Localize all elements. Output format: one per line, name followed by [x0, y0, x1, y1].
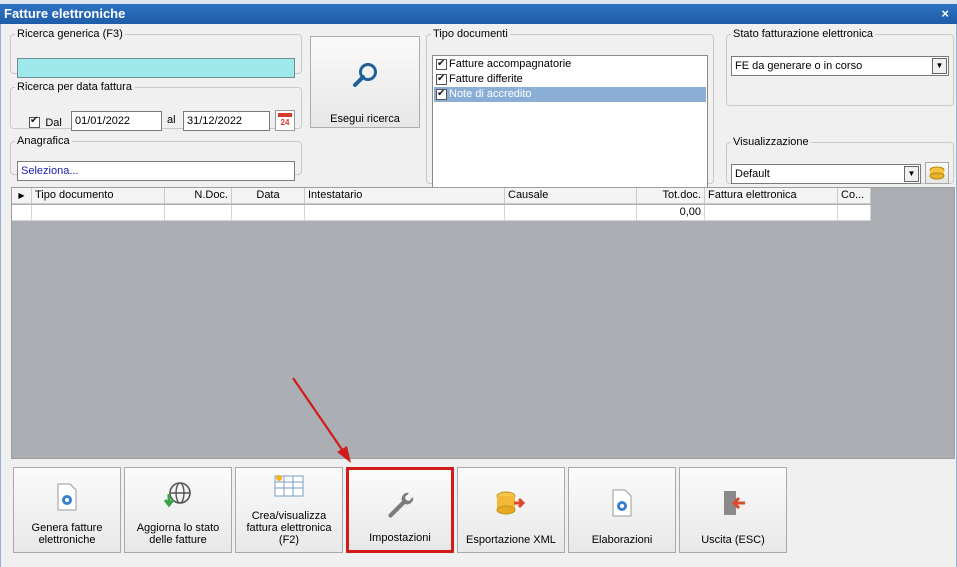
tipo-item-differite[interactable]: Fatture differite	[434, 72, 706, 87]
crea-visualizza-label: Crea/visualizza fattura elettronica (F2)	[246, 510, 332, 546]
chevron-down-icon[interactable]: ▼	[904, 166, 919, 182]
table-row-indicator[interactable]	[12, 205, 32, 221]
database-icon	[929, 166, 945, 180]
tipo-item-checkbox[interactable]	[436, 87, 447, 101]
column-header-totdoc[interactable]: Tot.doc.	[637, 188, 705, 204]
esegui-ricerca-label: Esegui ricerca	[330, 113, 400, 125]
column-header-causale[interactable]: Causale	[505, 188, 637, 204]
stato-group: Stato fatturazione elettronica FE da gen…	[726, 28, 954, 106]
date-to-input[interactable]: 31/12/2022	[183, 111, 270, 131]
search-icon	[353, 63, 377, 87]
column-header-tipo-documento[interactable]: Tipo documento	[32, 188, 165, 204]
aggiorna-stato-label: Aggiorna lo stato delle fatture	[136, 522, 220, 546]
elaborazioni-button[interactable]: Elaborazioni	[568, 467, 676, 553]
close-icon[interactable]: ×	[941, 4, 949, 24]
table-cell[interactable]	[232, 205, 305, 221]
chevron-down-icon[interactable]: ▼	[932, 58, 947, 74]
documents-grid[interactable]: ▶ Tipo documento N.Doc. Data Intestatari…	[11, 187, 955, 459]
genera-fatture-button[interactable]: Genera fatture elettroniche	[13, 467, 121, 553]
generic-search-input[interactable]	[17, 58, 295, 78]
date-from-input[interactable]: 01/01/2022	[71, 111, 162, 131]
document-gear-icon	[612, 489, 632, 517]
database-export-icon	[496, 491, 526, 515]
tipo-item-label: Note di accredito	[449, 88, 532, 100]
tipo-item-checkbox[interactable]	[436, 72, 447, 86]
uscita-label: Uscita (ESC)	[701, 534, 765, 546]
uscita-button[interactable]: Uscita (ESC)	[679, 467, 787, 553]
visualizzazione-selected: Default	[735, 168, 770, 180]
layout-save-button[interactable]	[925, 162, 949, 184]
tipo-item-checkbox[interactable]	[436, 57, 447, 71]
dal-checkbox-wrap[interactable]: Dal	[29, 115, 62, 129]
visualizzazione-legend: Visualizzazione	[733, 136, 809, 148]
table-cell[interactable]	[165, 205, 232, 221]
calendar-icon[interactable]: 24	[275, 110, 295, 131]
table-sun-icon	[274, 475, 304, 497]
column-header-co[interactable]: Co...	[838, 188, 871, 204]
tipo-documenti-list: Fatture accompagnatorie Fatture differit…	[432, 55, 708, 188]
tipo-item-label: Fatture differite	[449, 73, 523, 85]
generic-search-group: Ricerca generica (F3)	[10, 28, 302, 78]
date-search-legend: Ricerca per data fattura	[17, 81, 132, 93]
bottom-toolbar: Genera fatture elettroniche Aggiorna lo …	[11, 461, 955, 557]
annotation-arrow	[292, 377, 351, 463]
elaborazioni-label: Elaborazioni	[591, 534, 653, 546]
anagrafica-group: Anagrafica Seleziona...	[10, 135, 302, 181]
dal-label: Dal	[45, 117, 62, 129]
column-header-intestatario[interactable]: Intestatario	[305, 188, 505, 204]
stato-legend: Stato fatturazione elettronica	[733, 28, 874, 40]
column-header-data[interactable]: Data	[232, 188, 305, 204]
esportazione-xml-button[interactable]: Esportazione XML	[457, 467, 565, 553]
tipo-documenti-legend: Tipo documenti	[433, 28, 508, 40]
tipo-item-note-accredito[interactable]: Note di accredito	[434, 87, 706, 102]
anagrafica-input[interactable]: Seleziona...	[17, 161, 295, 181]
date-search-group: Ricerca per data fattura Dal 01/01/2022 …	[10, 81, 302, 131]
anagrafica-legend: Anagrafica	[17, 135, 70, 147]
crea-visualizza-button[interactable]: Crea/visualizza fattura elettronica (F2)	[235, 467, 343, 553]
total-cell[interactable]: 0,00	[637, 205, 705, 221]
tipo-item-label: Fatture accompagnatorie	[449, 58, 572, 70]
table-cell[interactable]	[838, 205, 871, 221]
impostazioni-button[interactable]: Impostazioni	[346, 467, 454, 553]
column-header-fattura-elettronica[interactable]: Fattura elettronica	[705, 188, 838, 204]
wrench-icon	[388, 492, 414, 518]
stato-selected: FE da generare o in corso	[735, 60, 863, 72]
al-label: al	[167, 114, 176, 126]
window-titlebar: Fatture elettroniche ×	[0, 4, 957, 24]
window-title: Fatture elettroniche	[4, 6, 126, 21]
row-indicator-header: ▶	[12, 188, 32, 204]
stato-select[interactable]: FE da generare o in corso ▼	[731, 56, 949, 76]
esegui-ricerca-button[interactable]: Esegui ricerca	[310, 36, 420, 128]
esportazione-xml-label: Esportazione XML	[466, 534, 556, 546]
aggiorna-stato-button[interactable]: Aggiorna lo stato delle fatture	[124, 467, 232, 553]
globe-download-icon	[163, 482, 191, 508]
table-cell[interactable]	[305, 205, 505, 221]
table-cell[interactable]	[32, 205, 165, 221]
visualizzazione-group: Visualizzazione Default ▼	[726, 136, 954, 184]
tipo-documenti-group: Tipo documenti Fatture accompagnatorie F…	[426, 28, 714, 188]
impostazioni-label: Impostazioni	[369, 532, 431, 544]
table-cell[interactable]	[705, 205, 838, 221]
calendar-badge: 24	[280, 118, 290, 127]
visualizzazione-select[interactable]: Default ▼	[731, 164, 921, 184]
document-gear-icon	[57, 483, 77, 511]
column-header-ndoc[interactable]: N.Doc.	[165, 188, 232, 204]
exit-door-icon	[724, 491, 745, 515]
main-panel: Ricerca generica (F3) Ricerca per data f…	[0, 24, 957, 567]
dal-checkbox[interactable]	[29, 115, 40, 129]
tipo-item-accompagnatorie[interactable]: Fatture accompagnatorie	[434, 57, 706, 72]
table-cell[interactable]	[505, 205, 637, 221]
generic-search-legend: Ricerca generica (F3)	[17, 28, 123, 40]
genera-fatture-label: Genera fatture elettroniche	[31, 522, 103, 546]
